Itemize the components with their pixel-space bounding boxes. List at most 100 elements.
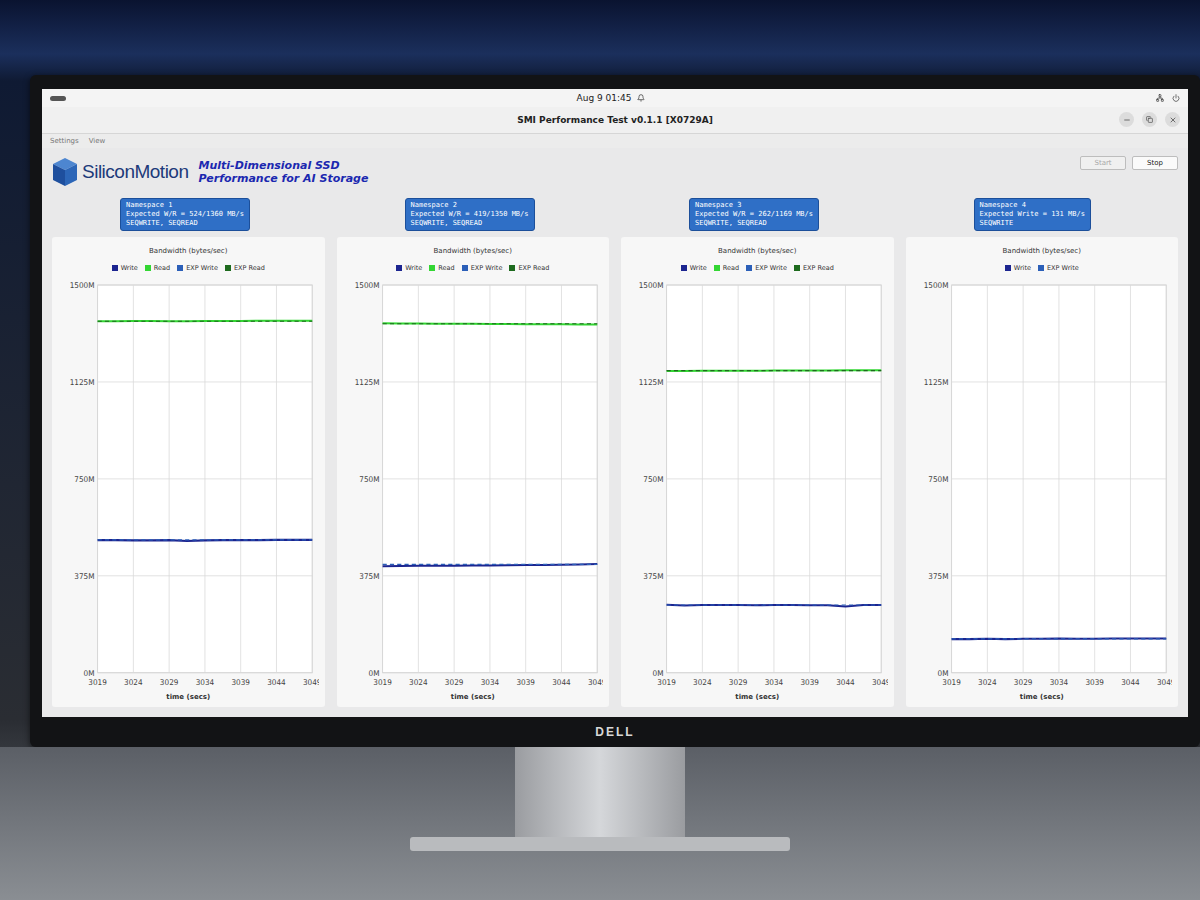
svg-text:0M: 0M: [653, 668, 664, 677]
y-tick: 1125M: [354, 377, 597, 386]
svg-text:3039: 3039: [516, 678, 535, 687]
legend-item[interactable]: EXP Write: [462, 264, 503, 272]
legend-swatch: [396, 265, 402, 271]
svg-text:3029: 3029: [1013, 678, 1032, 687]
svg-text:3024: 3024: [978, 678, 997, 687]
legend-swatch: [462, 265, 468, 271]
x-tick: 3019: [88, 285, 107, 687]
window-controls: [1119, 112, 1180, 127]
chart-title: Bandwidth (bytes/sec): [434, 247, 512, 255]
svg-text:1125M: 1125M: [639, 377, 664, 386]
legend-item[interactable]: Write: [681, 264, 707, 272]
x-tick: 3039: [800, 285, 819, 687]
close-button[interactable]: [1165, 112, 1180, 127]
svg-text:750M: 750M: [74, 474, 94, 483]
legend-item[interactable]: EXP Read: [509, 264, 549, 272]
svg-text:3024: 3024: [409, 678, 428, 687]
maximize-button[interactable]: [1142, 112, 1157, 127]
series-line: [98, 540, 313, 541]
svg-text:3039: 3039: [1085, 678, 1104, 687]
restore-icon: [1146, 116, 1153, 123]
legend-item[interactable]: Write: [1005, 264, 1031, 272]
table: [0, 747, 1200, 900]
svg-text:1500M: 1500M: [354, 281, 379, 290]
x-tick: 3019: [942, 285, 961, 687]
system-tray[interactable]: [1156, 94, 1180, 102]
minimize-icon: [1123, 116, 1131, 124]
legend-item[interactable]: Read: [145, 264, 170, 272]
svg-text:0M: 0M: [937, 668, 948, 677]
namespace-column: Namespace 4Expected Write = 131 MB/sSEQW…: [906, 198, 1179, 707]
chart-legend: Write Read EXP Write EXP Read: [112, 264, 265, 272]
chart-legend: Write Read EXP Write EXP Read: [681, 264, 834, 272]
activities-button[interactable]: [50, 96, 66, 101]
svg-text:3044: 3044: [552, 678, 571, 687]
namespace-label: Namespace 1Expected W/R = 524/1360 MB/sS…: [120, 198, 250, 231]
x-tick: 3024: [124, 285, 143, 687]
plot-area: [382, 285, 597, 673]
title-bar: SMI Performance Test v0.1.1 [X0729A]: [42, 107, 1188, 134]
legend-swatch: [1005, 265, 1011, 271]
x-axis-label: time (secs): [1020, 693, 1064, 701]
photo: Aug 9 01:45 SMI Performance Test v0.1.1 […: [0, 0, 1200, 900]
svg-text:3029: 3029: [160, 678, 179, 687]
legend-swatch: [746, 265, 752, 271]
plot-area: [951, 285, 1166, 673]
series-line: [382, 323, 597, 324]
legend-item[interactable]: EXP Write: [1038, 264, 1079, 272]
legend-item[interactable]: Read: [714, 264, 739, 272]
y-tick: 0M: [653, 668, 882, 677]
svg-text:3034: 3034: [480, 678, 499, 687]
window-title: SMI Performance Test v0.1.1 [X0729A]: [517, 115, 713, 125]
close-icon: [1169, 116, 1177, 124]
series-line: [951, 638, 1166, 641]
x-tick: 3024: [978, 285, 997, 687]
namespace-columns: Namespace 1Expected W/R = 524/1360 MB/sS…: [52, 198, 1178, 707]
legend-item[interactable]: EXP Read: [225, 264, 265, 272]
legend-item[interactable]: EXP Write: [177, 264, 218, 272]
svg-text:3044: 3044: [267, 678, 286, 687]
clock[interactable]: Aug 9 01:45: [577, 93, 646, 103]
x-tick: 3039: [516, 285, 535, 687]
plot-area: [98, 285, 313, 673]
x-tick: 3024: [409, 285, 428, 687]
legend-item[interactable]: Write: [112, 264, 138, 272]
start-button[interactable]: Start: [1080, 156, 1126, 170]
legend-swatch: [714, 265, 720, 271]
legend-swatch: [177, 265, 183, 271]
x-tick: 3024: [693, 285, 712, 687]
series-line: [951, 638, 1166, 639]
x-tick: 3029: [1013, 285, 1032, 687]
menu-item[interactable]: View: [89, 137, 106, 145]
svg-text:3019: 3019: [942, 678, 961, 687]
x-tick: 3044: [1121, 285, 1140, 687]
legend-item[interactable]: Write: [396, 264, 422, 272]
bandwidth-chart: 0M375M750M1125M1500M30193024302930343039…: [627, 276, 888, 693]
svg-text:3019: 3019: [657, 678, 676, 687]
legend-item[interactable]: Read: [429, 264, 454, 272]
x-tick: 3034: [196, 285, 215, 687]
menu-bar: Settings View: [42, 134, 1188, 148]
x-tick: 3029: [729, 285, 748, 687]
svg-text:375M: 375M: [74, 571, 94, 580]
menu-item[interactable]: Settings: [50, 137, 79, 145]
legend-swatch: [429, 265, 435, 271]
namespace-label: Namespace 3Expected W/R = 262/1169 MB/sS…: [689, 198, 819, 231]
y-tick: 1500M: [354, 281, 597, 290]
series-line: [382, 564, 597, 565]
legend-swatch: [145, 265, 151, 271]
namespace-label: Namespace 2Expected W/R = 419/1350 MB/sS…: [405, 198, 535, 231]
x-axis-label: time (secs): [451, 693, 495, 701]
stop-button[interactable]: Stop: [1132, 156, 1178, 170]
power-icon: [1172, 94, 1180, 102]
y-tick: 1125M: [639, 377, 882, 386]
namespace-label: Namespace 4Expected Write = 131 MB/sSEQW…: [974, 198, 1091, 231]
svg-text:3049: 3049: [303, 678, 319, 687]
minimize-button[interactable]: [1119, 112, 1134, 127]
legend-item[interactable]: EXP Read: [794, 264, 834, 272]
svg-text:3024: 3024: [693, 678, 712, 687]
legend-item[interactable]: EXP Write: [746, 264, 787, 272]
svg-text:3029: 3029: [444, 678, 463, 687]
y-tick: 1125M: [923, 377, 1166, 386]
svg-text:1500M: 1500M: [923, 281, 948, 290]
